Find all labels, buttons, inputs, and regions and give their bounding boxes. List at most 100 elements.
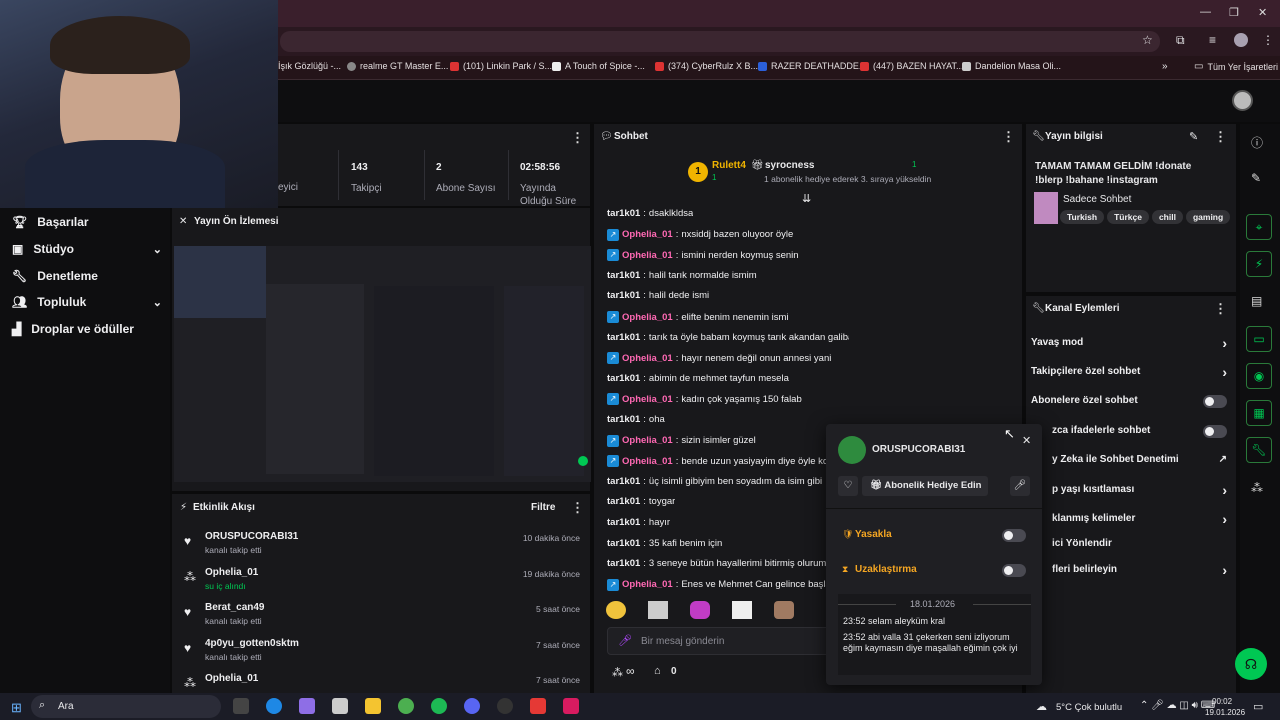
chat-username[interactable]: Ophelia_01 bbox=[622, 456, 673, 467]
subs-only-toggle[interactable] bbox=[1203, 395, 1227, 408]
bookmark-item[interactable]: RAZER DEATHADDE... bbox=[758, 61, 866, 71]
chat-message[interactable]: tar1k01:35 kafi benim için bbox=[607, 538, 722, 549]
more-bookmarks-icon[interactable]: » bbox=[1162, 61, 1168, 72]
user-avatar[interactable] bbox=[1232, 90, 1253, 111]
nav-item-moderation[interactable]: 🔧︎ Denetleme bbox=[12, 269, 162, 283]
emote-only-toggle[interactable] bbox=[1203, 425, 1227, 438]
edge-icon[interactable] bbox=[266, 698, 282, 714]
rail-button-activity[interactable]: ▦ bbox=[1246, 400, 1272, 426]
obs-icon[interactable] bbox=[497, 698, 513, 714]
tag[interactable]: chill bbox=[1151, 210, 1183, 224]
chat-username[interactable]: tar1k01 bbox=[607, 558, 640, 569]
emote-only-row[interactable]: zca ifadelerle sohbet bbox=[1031, 425, 1231, 438]
tag[interactable]: gaming bbox=[1185, 210, 1231, 224]
chat-message[interactable]: tar1k01: dsaklkldsa bbox=[607, 208, 693, 219]
chat-username[interactable]: tar1k01 bbox=[607, 290, 640, 301]
chat-username[interactable]: tar1k01 bbox=[607, 208, 640, 219]
chat-message[interactable]: tar1k01: abimin de mehmet tayfun mesela bbox=[607, 373, 789, 384]
edit-icon[interactable]: ✎ bbox=[1189, 130, 1198, 143]
ban-toggle[interactable] bbox=[1002, 529, 1026, 542]
age-restriction-row[interactable]: p yaşı kısıtlaması › bbox=[1031, 482, 1231, 498]
chat-username[interactable]: Ophelia_01 bbox=[622, 435, 673, 446]
store-icon[interactable] bbox=[332, 698, 348, 714]
weather-text[interactable]: 5°C Çok bulutlu bbox=[1056, 702, 1122, 713]
bookmark-item[interactable]: realme GT Master E... bbox=[347, 61, 448, 71]
close-icon[interactable]: ✕ bbox=[1022, 434, 1031, 447]
slow-mode-row[interactable]: Yavaş mod › bbox=[1031, 335, 1231, 351]
chat-message[interactable]: tar1k01:3 seneye bütün hayallerimi bitir… bbox=[607, 558, 826, 569]
chat-username[interactable]: Ophelia_01 bbox=[622, 312, 673, 323]
chat-username[interactable]: tar1k01 bbox=[607, 517, 640, 528]
nav-item-drops[interactable]: ▟ Droplar ve ödüller bbox=[12, 322, 162, 336]
chat-username[interactable]: Ophelia_01 bbox=[622, 250, 673, 261]
folder-icon[interactable] bbox=[365, 698, 381, 714]
app-icon[interactable] bbox=[530, 698, 546, 714]
tag[interactable]: Turkish bbox=[1060, 210, 1105, 224]
chat-username[interactable]: tar1k01 bbox=[607, 270, 640, 281]
tag[interactable]: Türkçe bbox=[1107, 210, 1149, 224]
more-icon[interactable]: ⋮ bbox=[571, 500, 584, 516]
subs-only-row[interactable]: Abonelere özel sohbet bbox=[1031, 395, 1231, 408]
category-thumbnail[interactable] bbox=[1034, 192, 1058, 224]
gifter-name[interactable]: syrocness bbox=[765, 160, 814, 171]
scroll-down-icon[interactable]: ⇊ bbox=[802, 192, 811, 205]
tray-icons[interactable]: ⌃ 🎤︎ ☁︎ ◫ 🔊︎ ⌨︎ bbox=[1140, 700, 1215, 711]
chat-message[interactable]: tar1k01: halil dede ismi bbox=[607, 290, 709, 301]
emote[interactable] bbox=[648, 601, 668, 619]
copilot-icon[interactable] bbox=[299, 698, 315, 714]
points-icon[interactable]: ⁂ bbox=[612, 666, 623, 679]
chat-username[interactable]: tar1k01 bbox=[607, 332, 640, 343]
activity-item[interactable]: ♥ 4p0yu_gotten0sktm kanalı takip etti 7 saa… bbox=[184, 638, 584, 672]
top-gifter-name[interactable]: Rulett4 bbox=[712, 160, 746, 171]
all-bookmarks[interactable]: ▭ Tüm Yer İşaretleri bbox=[1194, 61, 1278, 72]
chat-message[interactable]: tar1k01: tarık ta öyle babam koymuş tarık… bbox=[607, 332, 849, 343]
minimize-icon[interactable]: — bbox=[1200, 6, 1211, 18]
more-icon[interactable]: ⋮ bbox=[571, 130, 584, 146]
activity-item[interactable]: ⁂ Ophelia_01 su iç alındı 19 dakika önce bbox=[184, 567, 584, 601]
spotify-icon[interactable] bbox=[431, 698, 447, 714]
bookmark-item[interactable]: İşık Gözlüğü -... bbox=[278, 61, 341, 71]
nav-item-community[interactable]: 👥︎ Topluluk ⌄ bbox=[12, 295, 162, 309]
more-icon[interactable]: ⋮ bbox=[1214, 301, 1227, 317]
rail-button-broadcast[interactable]: ◉ bbox=[1246, 363, 1272, 389]
chat-username[interactable]: Ophelia_01 bbox=[622, 353, 673, 364]
blocked-words-row[interactable]: klanmış kelimeler › bbox=[1031, 511, 1231, 527]
chat-message[interactable]: ↗ Ophelia_01: nxsiddj bazen oluyoor öyle bbox=[607, 228, 793, 241]
rail-button-bolt[interactable]: ⚡︎ bbox=[1246, 251, 1272, 277]
gift-sub-button[interactable]: 🎁︎ Abonelik Hediye Edin bbox=[862, 476, 988, 496]
filter-button[interactable]: Filtre bbox=[531, 502, 555, 513]
nav-item-achievements[interactable]: 🏆︎ Başarılar bbox=[12, 215, 162, 229]
notes-icon[interactable]: ▤ bbox=[1251, 294, 1262, 308]
category-name[interactable]: Sadece Sohbet bbox=[1063, 194, 1131, 205]
chat-username[interactable]: tar1k01 bbox=[607, 496, 640, 507]
chat-username[interactable]: tar1k01 bbox=[607, 373, 640, 384]
star-icon[interactable]: ☆ bbox=[1142, 33, 1153, 47]
discord-icon[interactable] bbox=[464, 698, 480, 714]
store-icon[interactable]: ⌂ bbox=[654, 665, 661, 677]
chat-message[interactable]: tar1k01: üç isimli gibiyim ben soyadım da… bbox=[607, 476, 822, 487]
info-icon[interactable]: ⓘ bbox=[1251, 134, 1263, 151]
notification-icon[interactable]: ▭ bbox=[1253, 700, 1263, 713]
timeout-toggle[interactable] bbox=[1002, 564, 1026, 577]
chat-username[interactable]: Ophelia_01 bbox=[622, 579, 673, 590]
raid-row[interactable]: ici Yönlendir bbox=[1031, 538, 1231, 549]
chat-username[interactable]: tar1k01 bbox=[607, 476, 640, 487]
clock-time[interactable]: 00:02 bbox=[1212, 697, 1232, 706]
chat-username[interactable]: tar1k01 bbox=[607, 538, 640, 549]
chat-message[interactable]: ↗ Ophelia_01: sizin isimler güzel bbox=[607, 434, 756, 447]
rail-button-tools[interactable]: 🔧︎ bbox=[1246, 437, 1272, 463]
chat-username[interactable]: tar1k01 bbox=[607, 414, 640, 425]
extensions-icon[interactable]: ⧉ bbox=[1176, 33, 1185, 48]
emote[interactable] bbox=[606, 601, 626, 619]
support-fab[interactable]: ☊ bbox=[1235, 648, 1267, 680]
menu-icon[interactable]: ⋮ bbox=[1262, 33, 1274, 47]
rail-button-chat[interactable]: ▭ bbox=[1246, 326, 1272, 352]
stream-preview-video[interactable] bbox=[174, 246, 591, 482]
chat-message[interactable]: tar1k01: toygar bbox=[607, 496, 675, 507]
media-icon[interactable]: ≡ bbox=[1209, 33, 1216, 47]
chat-username[interactable]: Ophelia_01 bbox=[622, 394, 673, 405]
url-field[interactable] bbox=[280, 31, 1160, 52]
taskbar-search[interactable]: ⌕ Ara bbox=[31, 695, 221, 718]
close-window-icon[interactable]: ✕ bbox=[1258, 6, 1267, 19]
emote[interactable] bbox=[774, 601, 794, 619]
